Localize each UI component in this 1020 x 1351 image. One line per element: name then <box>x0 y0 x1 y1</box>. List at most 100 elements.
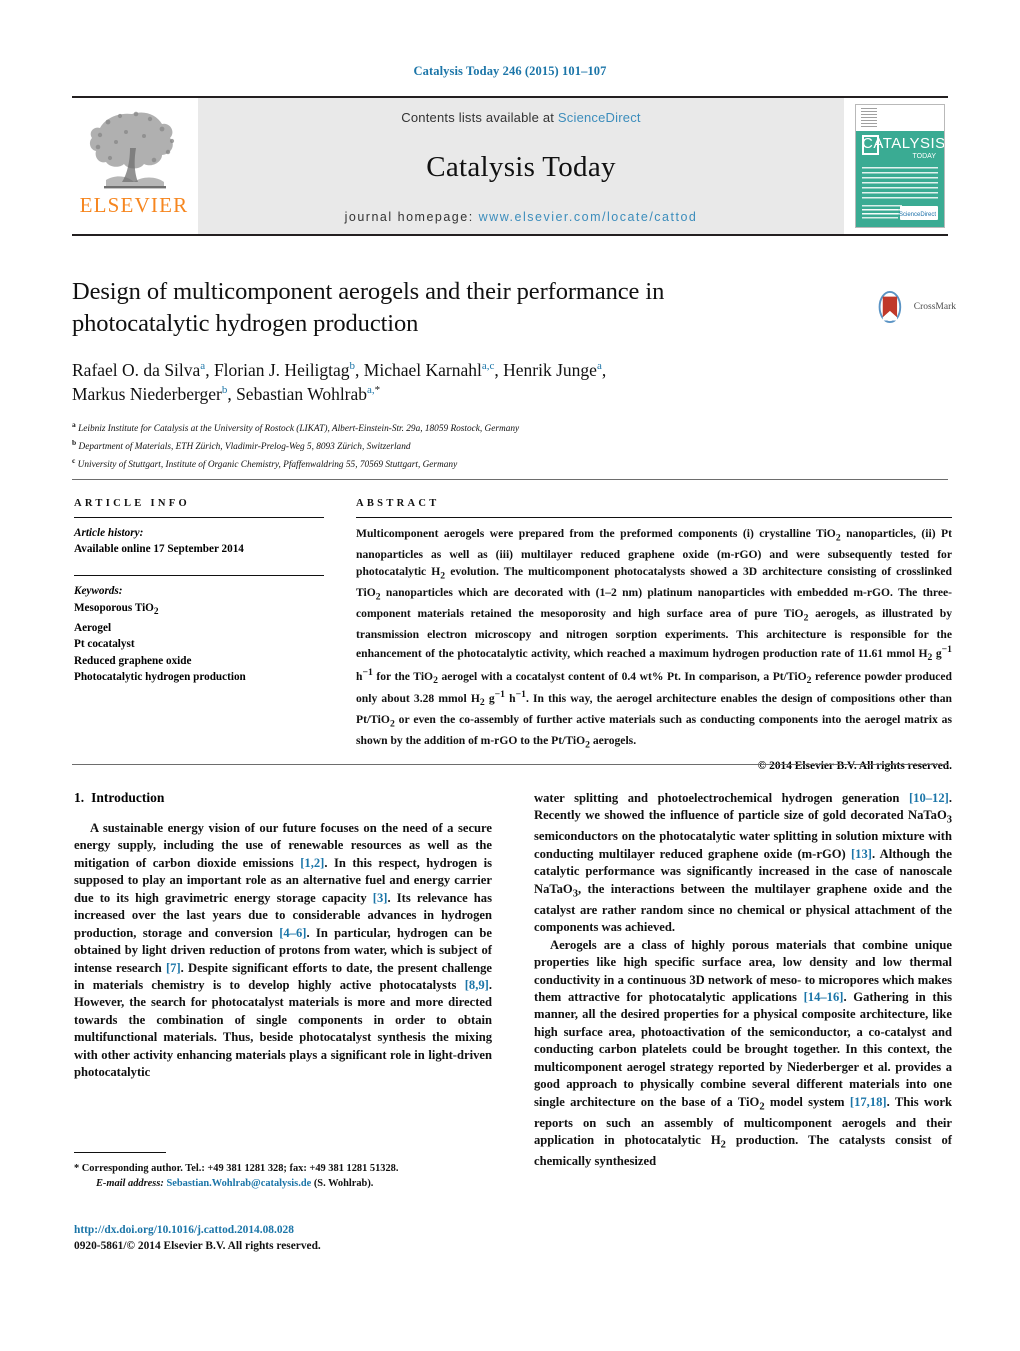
elsevier-tree-icon <box>89 111 175 189</box>
sciencedirect-link[interactable]: ScienceDirect <box>558 110 641 125</box>
abstract-section: ABSTRACT Multicomponent aerogels were pr… <box>356 498 952 772</box>
crossmark-badge[interactable]: CrossMark <box>878 284 956 330</box>
article-info-heading: ARTICLE INFO <box>74 498 190 509</box>
corresponding-author-note: * Corresponding author. Tel.: +49 381 12… <box>74 1163 399 1174</box>
elsevier-logo: ELSEVIER <box>72 98 196 234</box>
keywords-rule <box>74 575 324 577</box>
body-column-right: water splitting and photoelectrochemical… <box>534 790 952 1171</box>
affiliation-mark: c <box>72 456 76 466</box>
masthead-center: Contents lists available at ScienceDirec… <box>198 98 844 234</box>
keyword-item: Pt cocatalyst <box>74 638 135 651</box>
citation-ref[interactable]: [1,2] <box>300 856 324 870</box>
abstract-body: Multicomponent aerogels were prepared fr… <box>356 527 953 751</box>
citation-ref[interactable]: [10–12] <box>909 791 949 805</box>
cover-title: CATALYSIS <box>862 135 945 152</box>
citation-ref[interactable]: [17,18] <box>850 1095 887 1109</box>
author-name[interactable]: Sebastian Wohlrab <box>236 384 367 404</box>
body-column-left: 1. Introduction A sustainable energy visi… <box>74 790 492 1171</box>
affiliation-mark: a <box>72 419 76 429</box>
author-name[interactable]: Rafael O. da Silva <box>72 360 200 380</box>
elsevier-wordmark: ELSEVIER <box>79 193 189 217</box>
title-line-2: photocatalytic hydrogen production <box>72 309 419 337</box>
doi-link[interactable]: http://dx.doi.org/10.1016/j.cattod.2014.… <box>74 1222 504 1238</box>
divider-above-abstract <box>72 479 948 480</box>
author-affil-mark: a,c <box>481 359 495 372</box>
corresponding-author-marker: * <box>374 384 381 396</box>
keyword-item: Reduced graphene oxide <box>74 654 192 667</box>
citation-ref[interactable]: [13] <box>851 847 872 861</box>
running-head: Catalysis Today 246 (2015) 101–107 <box>413 64 607 78</box>
author-name[interactable]: Michael Karnahl <box>364 360 482 380</box>
cover-subtitle: TODAY <box>912 153 936 160</box>
footnote-rule <box>74 1152 166 1153</box>
section-title: Introduction <box>91 790 165 805</box>
affiliation-list: a Leibniz Institute for Catalysis at the… <box>72 419 862 473</box>
cover-badge-label: ScienceDirect <box>898 212 936 218</box>
keyword-item: Photocatalytic hydrogen production <box>74 671 246 684</box>
citation-ref[interactable]: [3] <box>373 891 388 905</box>
paragraph: water splitting and photoelectrochemical… <box>534 791 952 935</box>
journal-title: Catalysis Today <box>426 151 616 183</box>
email-label: E-mail address: <box>96 1178 164 1190</box>
affiliation-item: a Leibniz Institute for Catalysis at the… <box>72 419 862 437</box>
citation-ref[interactable]: [4–6] <box>279 926 306 940</box>
article-body: 1. Introduction A sustainable energy visi… <box>74 790 952 1171</box>
email-link[interactable]: Sebastian.Wohlrab@catalysis.de <box>166 1178 311 1189</box>
author-name[interactable]: Markus Niederberger <box>72 384 222 404</box>
cover-footer-lines <box>862 209 898 221</box>
article-history-label: Article history: <box>74 527 144 539</box>
author-name[interactable]: Florian J. Heiligtag <box>214 360 350 380</box>
author-name[interactable]: Henrik Junge <box>503 360 597 380</box>
keywords-block: Keywords: Mesoporous TiO2 Aerogel Pt coc… <box>74 575 324 686</box>
citation-ref[interactable]: [7] <box>166 961 181 975</box>
affiliation-text: University of Stuttgart, Institute of Or… <box>77 460 458 471</box>
author-affil-mark: a, <box>367 384 375 396</box>
author-separator: , <box>355 359 364 380</box>
author-separator: , <box>494 359 504 380</box>
paragraph: Aerogels are a class of highly porous ma… <box>534 937 952 1169</box>
page-title: Design of multicomponent aerogels and th… <box>72 276 862 340</box>
affiliation-mark: b <box>72 438 77 448</box>
journal-masthead: ELSEVIER Contents lists available at Sci… <box>72 96 948 236</box>
section-heading-introduction: 1. Introduction <box>74 790 492 806</box>
footnote-section: * Corresponding author. Tel.: +49 381 12… <box>74 1152 492 1191</box>
abstract-copyright: © 2014 Elsevier B.V. All rights reserved… <box>757 759 952 772</box>
keyword-item: Mesoporous TiO2 <box>74 601 159 617</box>
article-history-value: Available online 17 September 2014 <box>74 543 244 556</box>
section-number: 1. <box>74 790 85 805</box>
cover-image: CATALYSIS TODAY ScienceDirect <box>855 104 945 228</box>
article-header: Design of multicomponent aerogels and th… <box>72 276 862 473</box>
issn-copyright: 0920-5861/© 2014 Elsevier B.V. All right… <box>74 1240 321 1253</box>
affiliation-text: Leibniz Institute for Catalysis at the U… <box>78 424 520 435</box>
journal-cover-thumbnail[interactable]: CATALYSIS TODAY ScienceDirect <box>852 98 948 234</box>
crossmark-icon <box>878 290 902 324</box>
cover-text-lines <box>862 167 938 201</box>
email-owner: (S. Wohlrab). <box>313 1178 374 1190</box>
author-list: Rafael O. da Silva a, Florian J. Heiligta… <box>72 358 862 406</box>
title-line-1: Design of multicomponent aerogels and th… <box>72 278 665 305</box>
cover-elsevier-mark <box>861 108 877 127</box>
divider-below-abstract <box>72 764 948 765</box>
contents-prefix: Contents lists available at <box>401 110 558 125</box>
abstract-rule <box>356 517 952 518</box>
affiliation-item: b Department of Materials, ETH Zürich, V… <box>72 437 862 455</box>
keywords-label: Keywords: <box>74 585 123 598</box>
journal-homepage-line: journal homepage: www.elsevier.com/locat… <box>345 210 698 224</box>
author-separator: , <box>205 359 214 380</box>
homepage-prefix: journal homepage: <box>344 210 479 224</box>
affiliation-item: c University of Stuttgart, Institute of … <box>72 455 862 473</box>
author-separator: , <box>601 359 607 380</box>
article-info-section: ARTICLE INFO Article history: Available … <box>74 498 324 686</box>
journal-homepage-link[interactable]: www.elsevier.com/locate/cattod <box>479 210 698 224</box>
abstract-heading: ABSTRACT <box>356 498 440 509</box>
affiliation-text: Department of Materials, ETH Zürich, Vla… <box>78 442 411 453</box>
citation-ref[interactable]: [14–16] <box>804 990 844 1004</box>
article-page: Catalysis Today 246 (2015) 101–107 ELSEV… <box>0 0 1020 1351</box>
citation-ref[interactable]: [8,9] <box>465 978 489 992</box>
crossmark-label: CrossMark <box>913 302 956 312</box>
paragraph: A sustainable energy vision of our futur… <box>74 821 493 1080</box>
article-info-rule <box>74 517 324 518</box>
contents-lists-line: Contents lists available at ScienceDirec… <box>401 110 640 125</box>
email-note: E-mail address: Sebastian.Wohlrab@cataly… <box>74 1176 492 1191</box>
author-separator: , <box>227 383 237 404</box>
